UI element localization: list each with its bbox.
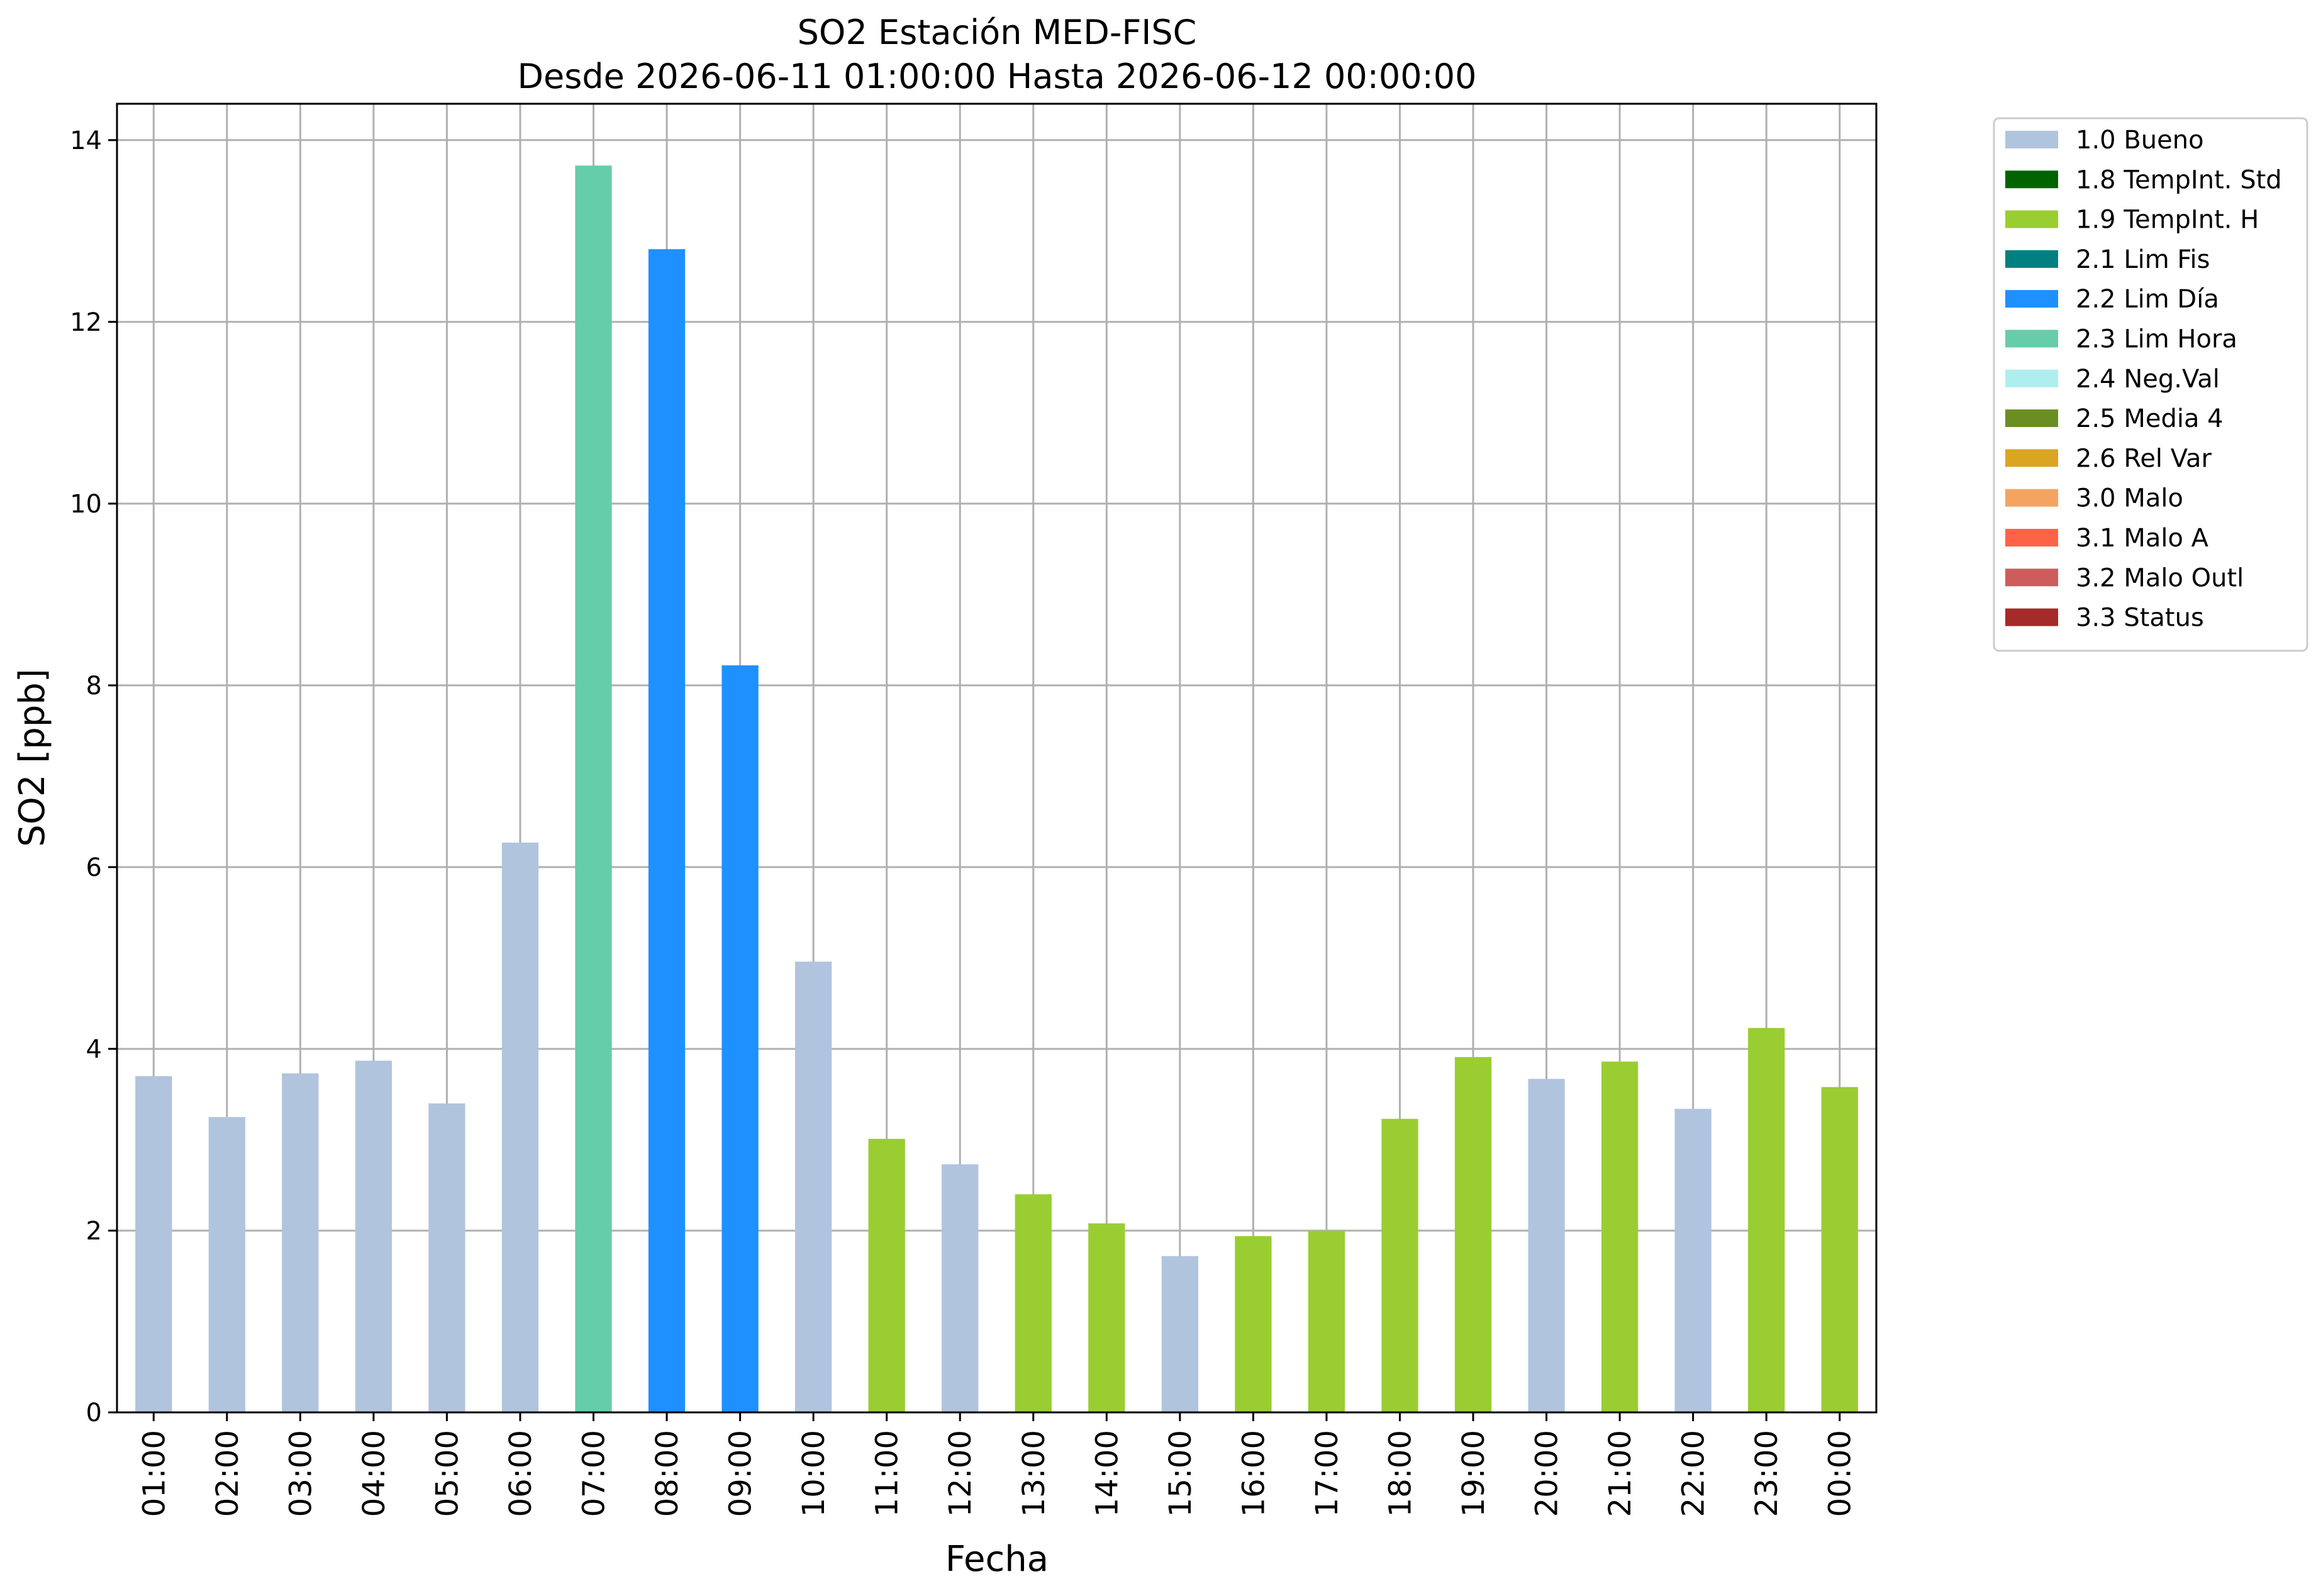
- bar-0600: [501, 842, 539, 1412]
- bar-0100: [135, 1076, 172, 1412]
- bar-0400: [355, 1060, 392, 1412]
- chart-title-line2: Desde 2026-06-11 01:00:00 Hasta 2026-06-…: [517, 57, 1476, 96]
- so2-bar-chart: SO2 Estación MED-FISC Desde 2026-06-11 0…: [0, 0, 2316, 1593]
- bar-1400: [1088, 1223, 1125, 1412]
- x-tick-label: 22:00: [1676, 1430, 1712, 1517]
- bar-1000: [795, 961, 832, 1412]
- chart-container: SO2 Estación MED-FISC Desde 2026-06-11 0…: [0, 0, 2316, 1593]
- legend: 1.0 Bueno 1.8 TempInt. Std 1.9 TempInt. H 2…: [1993, 117, 2308, 652]
- legend-swatch: [2005, 449, 2058, 467]
- legend-label: 1.8 TempInt. Std: [2076, 165, 2282, 194]
- bar-0300: [282, 1073, 319, 1412]
- y-tick-label: 10: [70, 490, 102, 519]
- x-tick-label: 07:00: [577, 1430, 612, 1517]
- y-tick-label: 8: [86, 672, 102, 701]
- x-tick-label: 14:00: [1089, 1430, 1125, 1517]
- x-axis-label: Fecha: [945, 1539, 1049, 1580]
- legend-label: 2.5 Media 4: [2076, 404, 2224, 433]
- legend-label: 2.3 Lim Hora: [2076, 325, 2237, 354]
- legend-label: 2.2 Lim Día: [2076, 285, 2219, 314]
- legend-label: 3.3 Status: [2076, 604, 2204, 633]
- x-tick-label: 21:00: [1603, 1430, 1638, 1517]
- bar-1200: [942, 1164, 979, 1412]
- legend-swatch: [2005, 210, 2058, 228]
- x-tick-label: 00:00: [1823, 1430, 1858, 1517]
- x-tick-label: 15:00: [1163, 1430, 1198, 1517]
- x-tick-label: 05:00: [430, 1430, 465, 1517]
- x-tick-label: 02:00: [210, 1430, 245, 1517]
- legend-swatch: [2005, 608, 2058, 626]
- bar-1500: [1161, 1256, 1198, 1412]
- legend-swatch: [2005, 369, 2058, 387]
- y-tick-label: 6: [86, 853, 102, 882]
- legend-swatch: [2005, 250, 2058, 268]
- bar-0000: [1821, 1087, 1858, 1412]
- x-tick-label: 17:00: [1310, 1430, 1345, 1517]
- legend-swatch: [2005, 290, 2058, 308]
- y-tick-label: 14: [70, 126, 102, 155]
- chart-title-line1: SO2 Estación MED-FISC: [798, 13, 1197, 52]
- bar-0800: [648, 249, 686, 1413]
- bar-0700: [575, 165, 612, 1413]
- bar-1900: [1454, 1056, 1492, 1412]
- legend-label: 2.4 Neg.Val: [2076, 365, 2220, 394]
- bar-2300: [1748, 1028, 1785, 1412]
- legend-label: 1.9 TempInt. H: [2076, 206, 2259, 235]
- bar-0200: [208, 1117, 245, 1412]
- y-tick-label: 12: [70, 308, 102, 337]
- x-tick-label: 19:00: [1456, 1430, 1491, 1517]
- x-tick-label: 04:00: [357, 1430, 392, 1517]
- bar-1800: [1381, 1119, 1418, 1412]
- legend-swatch: [2005, 568, 2058, 587]
- legend-swatch: [2005, 529, 2058, 546]
- x-tick-label: 20:00: [1530, 1430, 1565, 1517]
- legend-label: 3.0 Malo: [2076, 484, 2183, 513]
- bar-2100: [1601, 1061, 1639, 1412]
- bar-1100: [868, 1139, 905, 1412]
- legend-swatch: [2005, 170, 2058, 189]
- x-tick-label: 18:00: [1383, 1430, 1418, 1517]
- legend-label: 2.1 Lim Fis: [2076, 245, 2210, 274]
- x-tick-label: 01:00: [136, 1430, 172, 1517]
- bar-1300: [1015, 1194, 1052, 1412]
- bar-1700: [1308, 1230, 1345, 1412]
- x-tick-label: 08:00: [650, 1430, 685, 1517]
- x-tick-label: 12:00: [943, 1430, 978, 1517]
- legend-label: 2.6 Rel Var: [2076, 444, 2212, 473]
- y-tick-label: 2: [86, 1217, 102, 1246]
- legend-swatch: [2005, 131, 2058, 148]
- x-tick-label: 13:00: [1016, 1430, 1052, 1517]
- x-tick-label: 23:00: [1749, 1430, 1784, 1517]
- legend-label: 3.2 Malo Outl: [2076, 563, 2244, 592]
- x-tick-label: 03:00: [283, 1430, 318, 1517]
- legend-swatch: [2005, 409, 2058, 428]
- figure-background: [0, 0, 2316, 1593]
- legend-label: 3.1 Malo A: [2076, 524, 2209, 553]
- x-tick-label: 16:00: [1236, 1430, 1271, 1517]
- legend-swatch: [2005, 489, 2058, 507]
- bar-2200: [1674, 1109, 1712, 1412]
- bar-1600: [1235, 1236, 1272, 1412]
- bar-0900: [721, 665, 759, 1412]
- legend-swatch: [2005, 330, 2058, 348]
- y-tick-label: 0: [86, 1399, 102, 1427]
- legend-label: 1.0 Bueno: [2076, 126, 2204, 155]
- y-tick-label: 4: [86, 1035, 102, 1064]
- bar-2000: [1528, 1078, 1565, 1412]
- bar-0500: [428, 1103, 465, 1412]
- x-tick-label: 09:00: [723, 1430, 759, 1517]
- x-tick-label: 11:00: [870, 1430, 905, 1517]
- x-tick-label: 10:00: [796, 1430, 832, 1517]
- x-tick-label: 06:00: [503, 1430, 538, 1517]
- y-axis-label: SO2 [ppb]: [12, 668, 53, 846]
